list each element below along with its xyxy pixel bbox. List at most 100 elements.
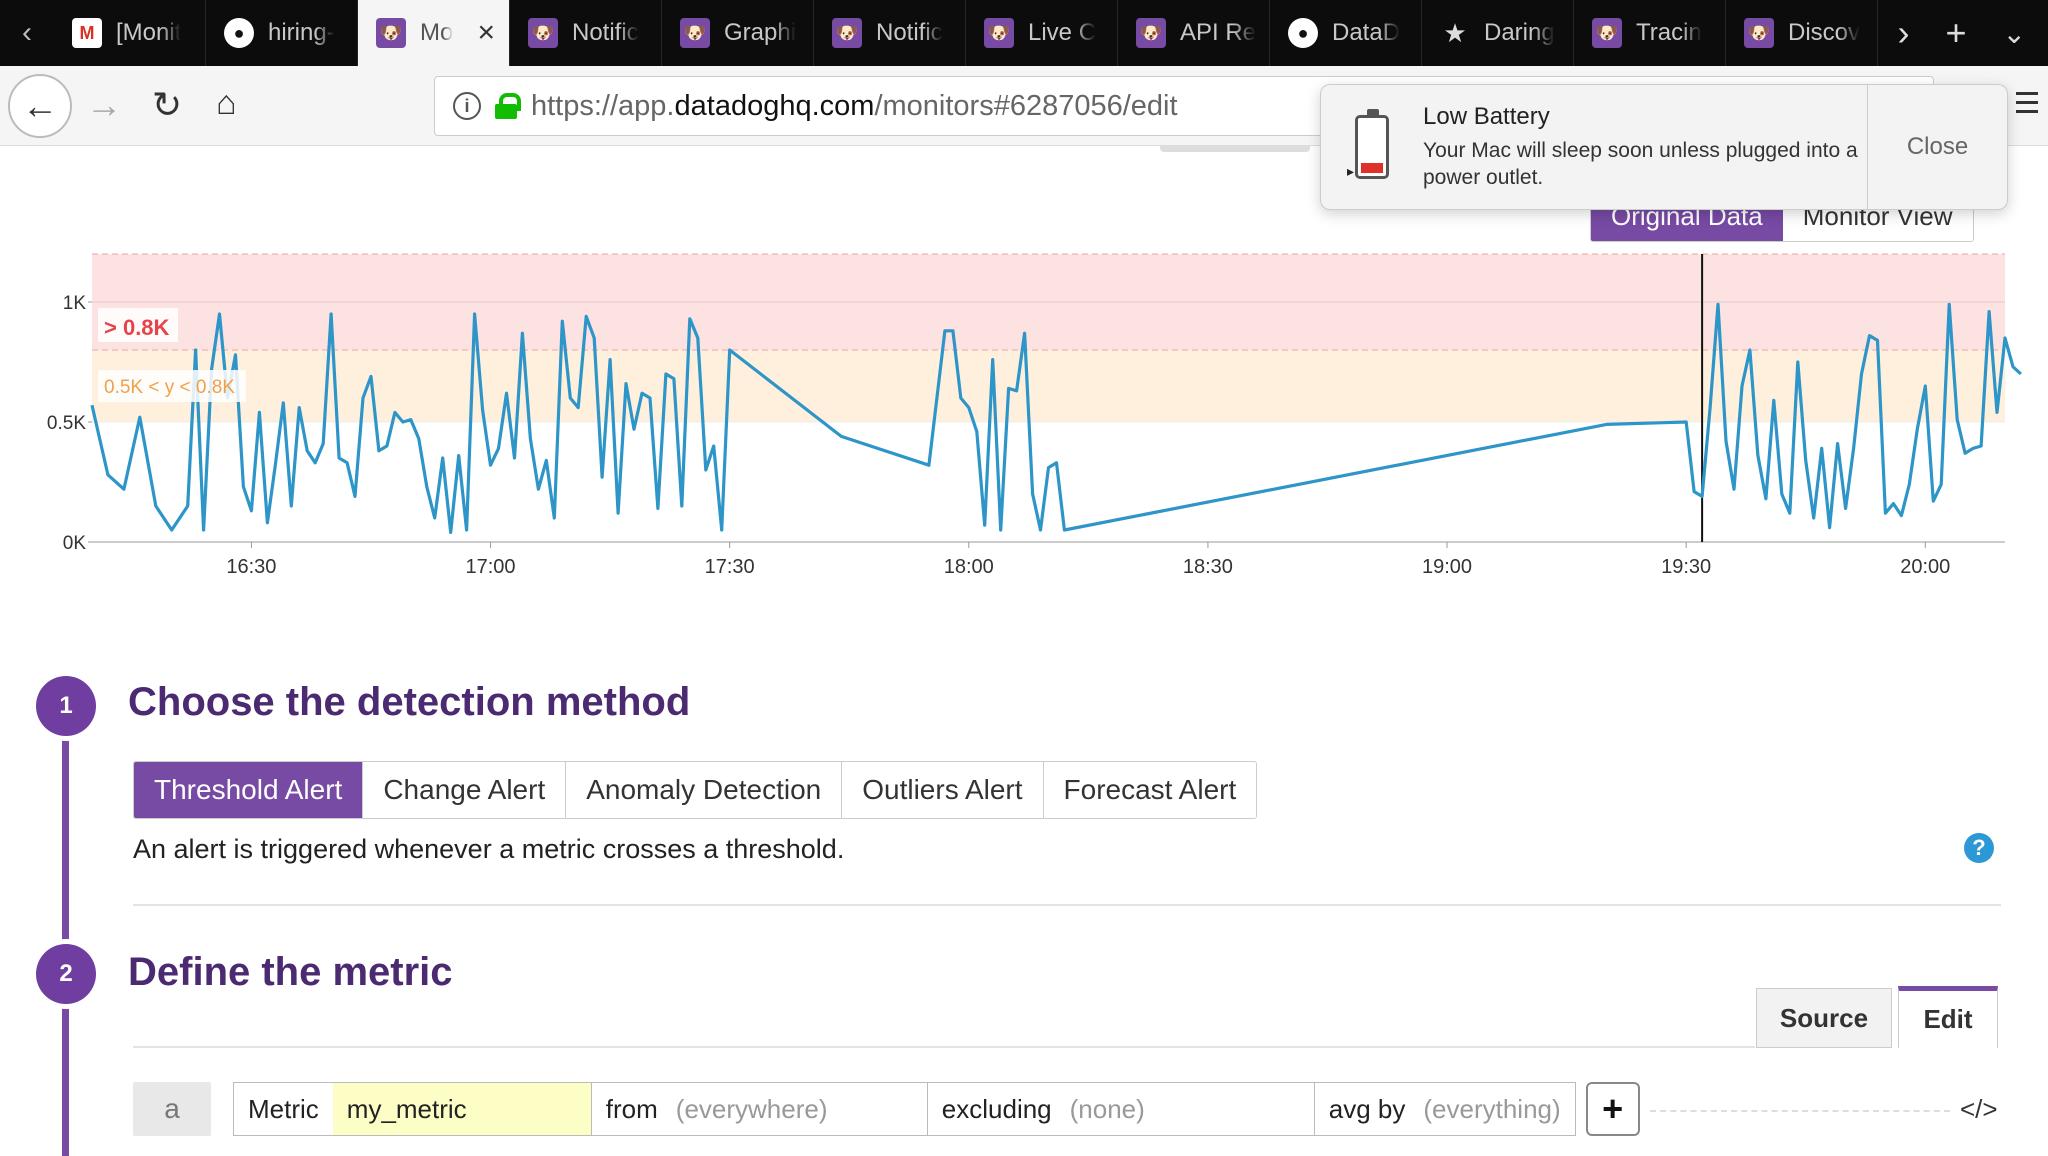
edit-tab[interactable]: Edit — [1898, 986, 1998, 1048]
reload-button[interactable]: ↻ — [152, 84, 182, 126]
browser-tab[interactable]: 🐶 Tracin — [1574, 0, 1726, 66]
from-input[interactable]: (everywhere) — [662, 1083, 842, 1135]
back-button[interactable]: ← — [8, 74, 72, 138]
x-tick-label: 19:30 — [1661, 556, 1711, 578]
close-tab-icon[interactable]: × — [477, 16, 495, 50]
notification-body: Your Mac will sleep soon unless plugged … — [1423, 139, 1858, 189]
excluding-field: excluding (none) — [927, 1082, 1315, 1136]
tab-label: Notific — [572, 19, 639, 46]
x-tick-label: 17:30 — [705, 556, 755, 578]
metric-input[interactable]: my_metric — [332, 1083, 591, 1135]
browser-tab[interactable]: ★ Daring — [1422, 0, 1574, 66]
tab-threshold-alert[interactable]: Threshold Alert — [134, 762, 364, 818]
tab-bar-controls: › + ⌄ — [1898, 0, 2048, 66]
step-2-badge: 2 — [36, 944, 96, 1004]
new-tab-icon[interactable]: + — [1946, 12, 1967, 54]
source-tab[interactable]: Source — [1756, 988, 1892, 1048]
back-arrow-icon: ← — [22, 85, 58, 126]
datadog-icon: 🐶 — [832, 18, 862, 48]
x-tick-label: 18:00 — [944, 556, 994, 578]
tab-label: Notific — [876, 19, 943, 46]
tab-scroll-left-icon[interactable]: ‹ — [0, 0, 54, 66]
tab-label: Live C — [1028, 19, 1097, 46]
tab-label: Graphi — [724, 19, 797, 46]
tab-bar: ‹ M [Monit ● hiring- 🐶 Mo × 🐶 Notific 🐶 Graphi 🐶 Not… — [0, 0, 2048, 66]
section-divider — [133, 904, 2001, 906]
tab-anomaly-detection[interactable]: Anomaly Detection — [566, 762, 843, 818]
browser-tab[interactable]: M [Monit — [54, 0, 206, 66]
browser-tab[interactable]: ● DataD — [1270, 0, 1422, 66]
tab-label: hiring- — [268, 19, 335, 46]
tab-strip: M [Monit ● hiring- 🐶 Mo × 🐶 Notific 🐶 Graphi 🐶 Notif… — [54, 0, 1878, 66]
datadog-icon: 🐶 — [376, 18, 406, 48]
y-tick-label: 1K — [63, 293, 87, 314]
avg-by-input[interactable]: (everything) — [1409, 1083, 1574, 1135]
datadog-icon: 🐶 — [984, 18, 1014, 48]
browser-tab[interactable]: ● hiring- — [206, 0, 358, 66]
help-icon[interactable]: ? — [1964, 833, 1994, 863]
menu-icon[interactable] — [2016, 92, 2038, 119]
browser-tab[interactable]: 🐶 Notific — [510, 0, 662, 66]
tab-list-chevron-icon[interactable]: ⌄ — [2003, 17, 2026, 50]
tab-outliers-alert[interactable]: Outliers Alert — [842, 762, 1044, 818]
detection-method-title: Choose the detection method — [128, 680, 691, 724]
browser-tab[interactable]: 🐶 Graphi — [662, 0, 814, 66]
excluding-input[interactable]: (none) — [1056, 1083, 1159, 1135]
metric-chart[interactable]: 0K 0.5K 1K 16:30 17:00 17:30 18:00 18:30 19:00 19… — [0, 240, 2048, 580]
site-info-icon[interactable]: i — [453, 92, 481, 120]
y-tick-label: 0.5K — [47, 413, 86, 434]
metric-label: Metric — [248, 1093, 319, 1124]
warning-threshold-label: 0.5K < y < 0.8K — [104, 377, 235, 398]
battery-icon — [1355, 109, 1389, 179]
browser-tab[interactable]: 🐶 API Re — [1118, 0, 1270, 66]
tab-label: [Monit — [116, 19, 182, 46]
browser-tab[interactable]: 🐶 Discov — [1726, 0, 1878, 66]
github-icon: ● — [224, 18, 254, 48]
query-letter: a — [133, 1082, 211, 1136]
tab-forecast-alert[interactable]: Forecast Alert — [1043, 762, 1257, 818]
browser-tab[interactable]: 🐶 Live C — [966, 0, 1118, 66]
define-metric-title: Define the metric — [128, 950, 453, 994]
forward-button[interactable]: → — [86, 84, 122, 126]
query-connector — [1650, 1110, 1950, 1112]
excluding-label: excluding — [941, 1093, 1052, 1124]
datadog-icon: 🐶 — [1744, 18, 1774, 48]
metric-divider — [133, 1046, 1755, 1048]
browser-tab[interactable]: 🐶 Notific — [814, 0, 966, 66]
avg-by-label: avg by — [1328, 1093, 1406, 1124]
gmail-icon: M — [72, 18, 102, 48]
x-tick-label: 17:00 — [466, 556, 516, 578]
url-path: /monitors#6287056/edit — [874, 89, 1178, 122]
steps-rail — [62, 700, 69, 1156]
critical-threshold-label: > 0.8K — [104, 315, 170, 340]
from-field: from (everywhere) — [591, 1082, 928, 1136]
home-button[interactable]: ⌂ — [216, 84, 237, 123]
metric-field: Metric my_metric — [233, 1082, 592, 1136]
step-1-badge: 1 — [36, 676, 96, 736]
tab-label: Mo — [420, 19, 454, 46]
datadog-icon: 🐶 — [680, 18, 710, 48]
tab-label: Daring — [1484, 19, 1555, 46]
detection-method-tabs: Threshold Alert Change Alert Anomaly Detec… — [133, 761, 1258, 819]
low-battery-notification: ▸ Low Battery Your Mac will sleep soon u… — [1320, 84, 2008, 210]
browser-tab[interactable]: 🐶 Mo × — [358, 0, 510, 66]
code-view-icon[interactable]: </> — [1960, 1094, 1998, 1125]
star-icon: ★ — [1443, 17, 1467, 48]
add-function-button[interactable]: + — [1585, 1082, 1640, 1136]
x-tick-label: 16:30 — [226, 556, 276, 578]
x-tick-label: 18:30 — [1183, 556, 1233, 578]
x-tick-label: 19:00 — [1422, 556, 1472, 578]
page-header-edge — [1160, 146, 1310, 152]
github-icon: ● — [1288, 18, 1318, 48]
tab-change-alert[interactable]: Change Alert — [363, 762, 567, 818]
notification-close-button[interactable]: Close — [1867, 85, 2007, 209]
tab-label: Discov — [1788, 19, 1861, 46]
from-label: from — [605, 1093, 658, 1124]
datadog-icon: 🐶 — [1136, 18, 1166, 48]
tab-scroll-right-icon[interactable]: › — [1898, 12, 1910, 54]
plug-icon: ▸ — [1347, 163, 1355, 179]
y-tick-label: 0K — [63, 533, 87, 554]
url-text[interactable]: https://app.datadoghq.com/monitors#62870… — [531, 90, 1178, 123]
query-row: a Metric my_metric from (everywhere) exc… — [133, 1082, 1640, 1136]
url-domain: datadoghq.com — [674, 89, 875, 122]
